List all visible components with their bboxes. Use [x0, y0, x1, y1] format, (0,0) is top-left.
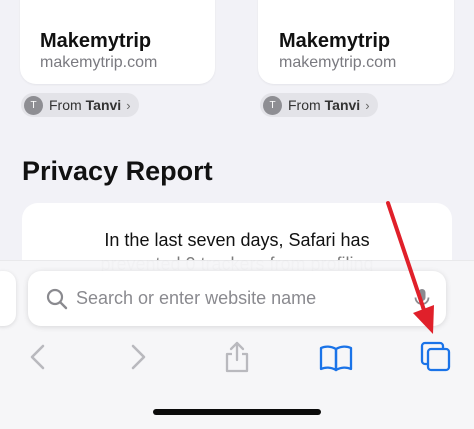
- from-name: Tanvi: [85, 97, 122, 113]
- card-url: makemytrip.com: [279, 54, 397, 71]
- back-icon[interactable]: [28, 343, 48, 371]
- from-name: Tanvi: [324, 97, 361, 113]
- address-placeholder[interactable]: Search or enter website name: [76, 288, 316, 309]
- chevron-right-icon: ›: [126, 97, 131, 113]
- forward-icon[interactable]: [128, 343, 148, 371]
- home-indicator: [153, 409, 321, 415]
- previous-tab-peek[interactable]: [0, 271, 16, 326]
- shared-from-pill[interactable]: T From Tanvi ›: [21, 93, 139, 117]
- chevron-right-icon: ›: [365, 97, 370, 113]
- bookmarks-icon[interactable]: [319, 344, 353, 372]
- shared-link-card[interactable]: Makemytrip makemytrip.com: [258, 0, 454, 84]
- privacy-report-title: Privacy Report: [22, 156, 213, 186]
- avatar: T: [263, 95, 282, 115]
- from-label: From: [288, 97, 321, 113]
- card-title: Makemytrip: [40, 30, 152, 52]
- address-bar[interactable]: Search or enter website name: [28, 271, 446, 326]
- avatar: T: [24, 95, 43, 115]
- shared-from-pill[interactable]: T From Tanvi ›: [260, 93, 378, 117]
- card-title: Makemytrip: [279, 30, 391, 52]
- tabs-icon[interactable]: [420, 341, 452, 373]
- card-url: makemytrip.com: [40, 54, 158, 71]
- microphone-icon[interactable]: [414, 288, 430, 310]
- from-label: From: [49, 97, 82, 113]
- share-icon[interactable]: [223, 340, 251, 374]
- shared-link-card[interactable]: Makemytrip makemytrip.com: [20, 0, 215, 84]
- privacy-report-text: In the last seven days, Safari has: [104, 230, 370, 250]
- search-icon: [46, 288, 68, 310]
